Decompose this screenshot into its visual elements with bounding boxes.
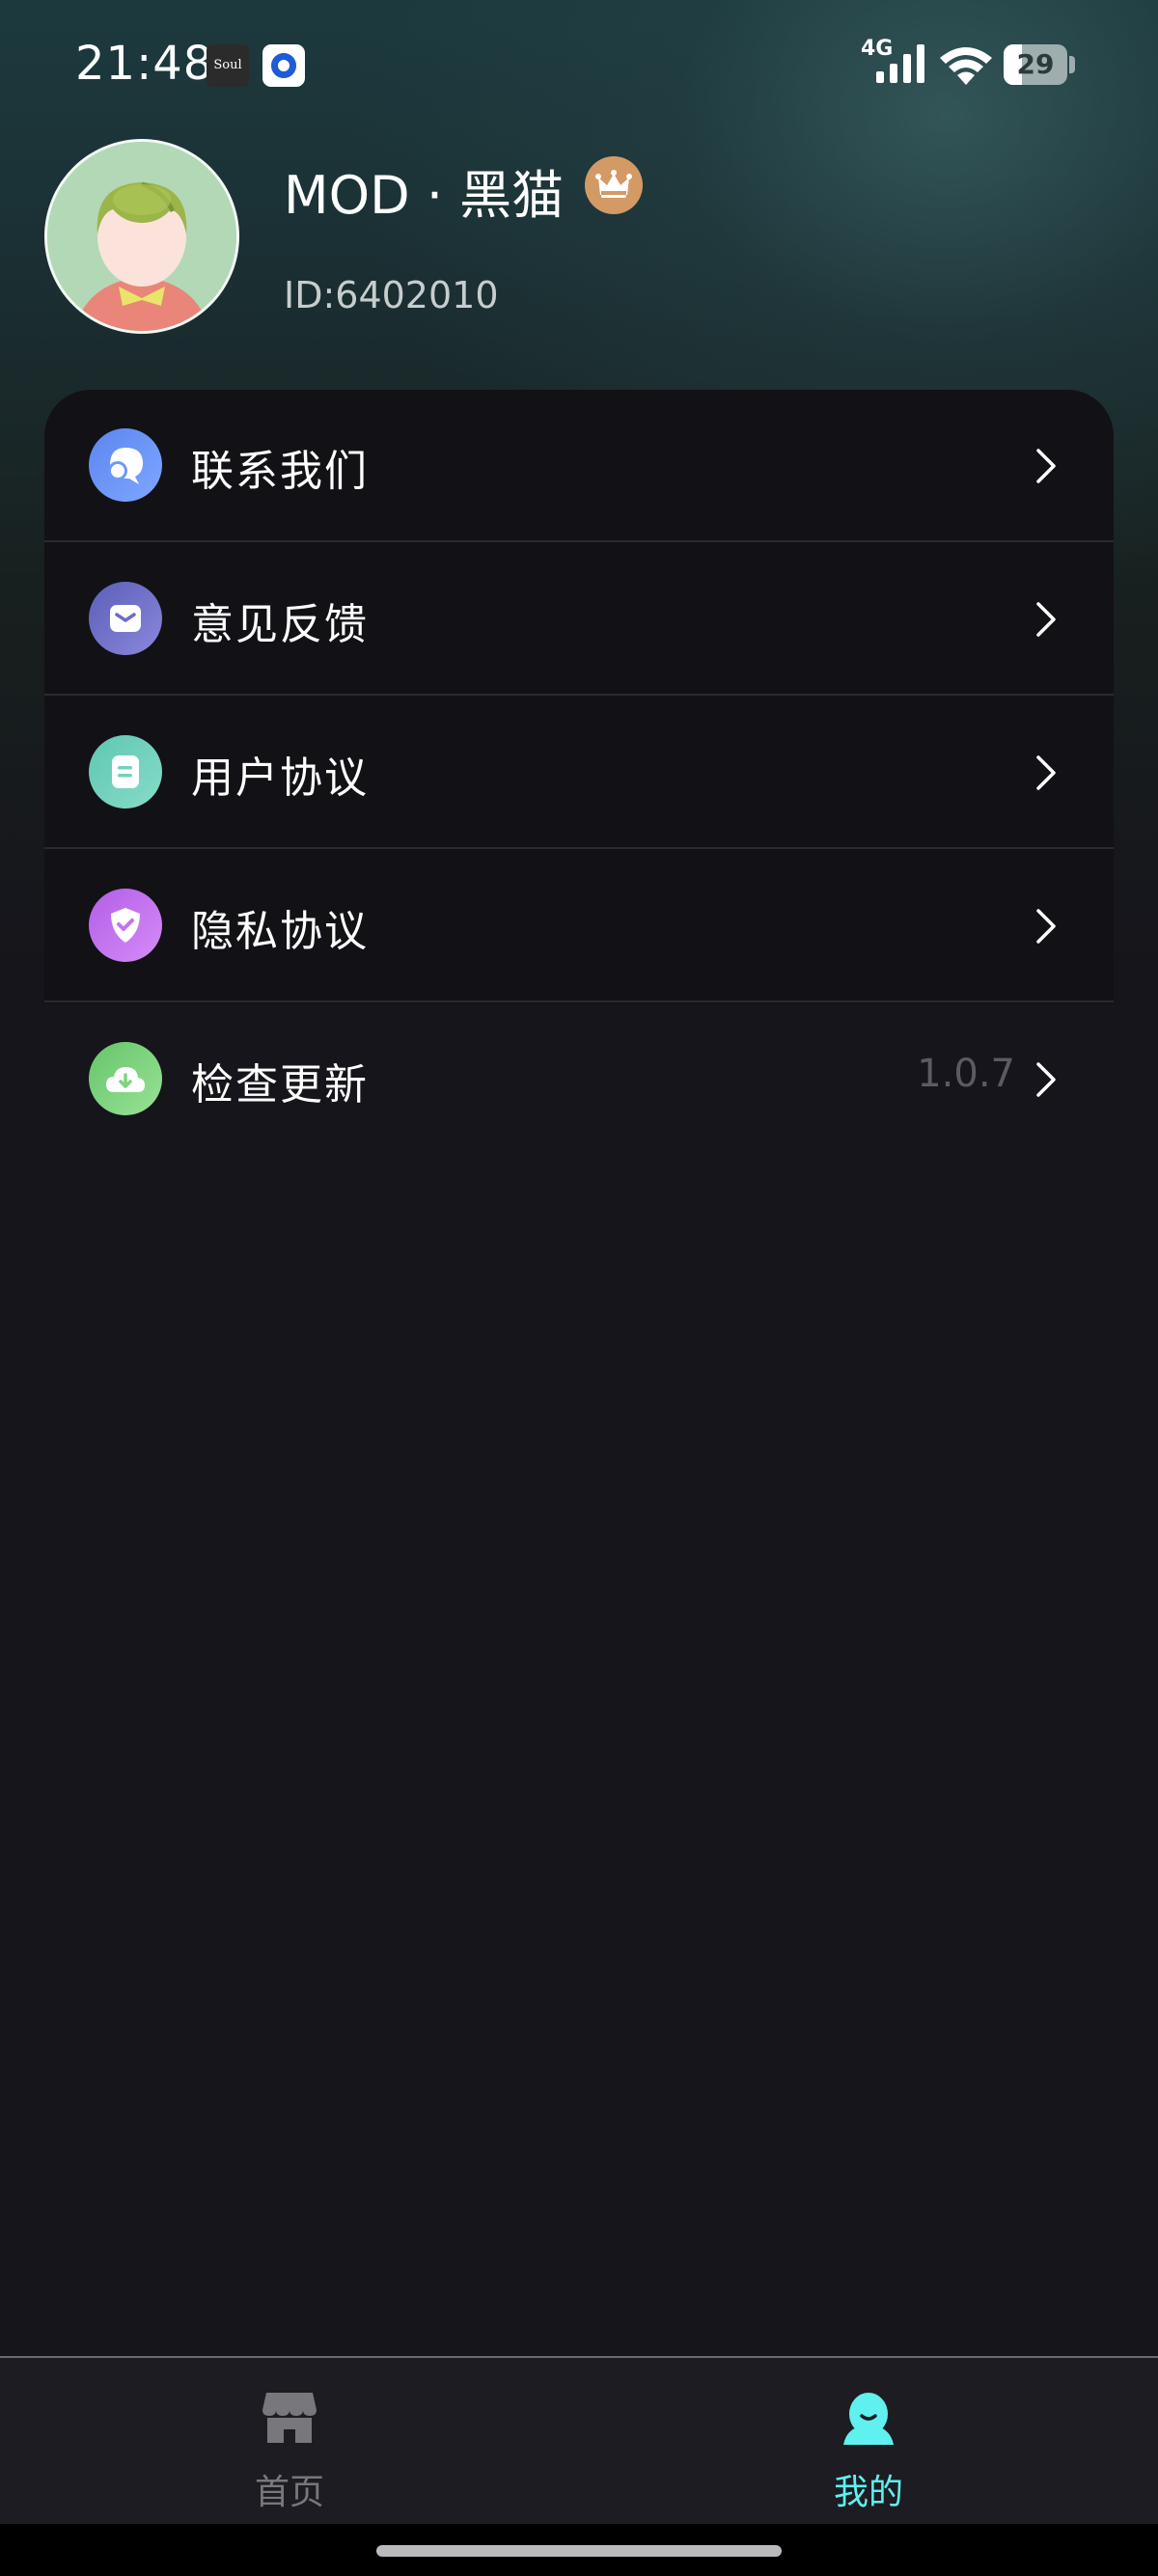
store-icon	[262, 2393, 317, 2443]
shield-check-icon	[89, 889, 162, 962]
menu-card: 联系我们意见反馈用户协议隐私协议检查更新 1.0.7	[44, 390, 1114, 1115]
menu-item[interactable]: 隐私协议	[44, 850, 1114, 1002]
menu-item-label: 检查更新	[191, 1060, 369, 1110]
document-icon	[89, 735, 162, 808]
chevron-right-icon	[1036, 755, 1056, 790]
chevron-right-icon	[1036, 909, 1056, 944]
menu-item[interactable]: 联系我们	[44, 390, 1114, 542]
chevron-right-icon	[1036, 1062, 1056, 1097]
signal-icon	[876, 44, 924, 83]
menu-item-label: 联系我们	[191, 447, 369, 496]
chat-bubble-icon	[89, 428, 162, 502]
user-id: ID:6402010	[284, 274, 499, 316]
tab-home[interactable]: 首页	[0, 2358, 579, 2524]
wifi-icon	[940, 47, 992, 85]
menu-item-label: 意见反馈	[191, 600, 369, 649]
battery-cap	[1069, 56, 1075, 73]
person-icon	[843, 2393, 894, 2445]
menu-item-label: 用户协议	[191, 754, 369, 803]
cloud-download-icon	[89, 1042, 162, 1115]
profile-screen: 21:48 Soul 4G 29 MOD · 黑猫 ID:6402010 联系我…	[0, 0, 1158, 2576]
battery-level: 29	[1016, 48, 1055, 80]
chevron-right-icon	[1036, 602, 1056, 637]
mail-icon	[89, 582, 162, 655]
menu-item-label: 隐私协议	[191, 907, 369, 956]
home-gesture-bar[interactable]	[376, 2545, 782, 2557]
tab-profile-label: 我的	[833, 2473, 903, 2512]
version-value: 1.0.7	[917, 1052, 1015, 1096]
gesture-area	[0, 2524, 1158, 2576]
status-bar: 21:48 Soul 4G 29	[0, 0, 1158, 131]
menu-item[interactable]: 意见反馈	[44, 543, 1114, 696]
crown-icon	[585, 156, 643, 214]
tab-home-label: 首页	[254, 2473, 324, 2512]
status-time: 21:48	[75, 37, 214, 91]
menu-item[interactable]: 用户协议	[44, 697, 1114, 849]
avatar[interactable]	[44, 139, 239, 334]
menu-item[interactable]: 检查更新 1.0.7	[44, 1003, 1114, 1156]
user-name: MOD · 黑猫	[284, 165, 565, 226]
tab-profile[interactable]: 我的	[579, 2358, 1158, 2524]
app-notification-icon	[262, 44, 305, 87]
soul-notification-icon: Soul	[207, 44, 249, 87]
bottom-nav: 首页 我的	[0, 2356, 1158, 2524]
avatar-illustration-icon	[47, 142, 236, 331]
chevron-right-icon	[1036, 449, 1056, 483]
